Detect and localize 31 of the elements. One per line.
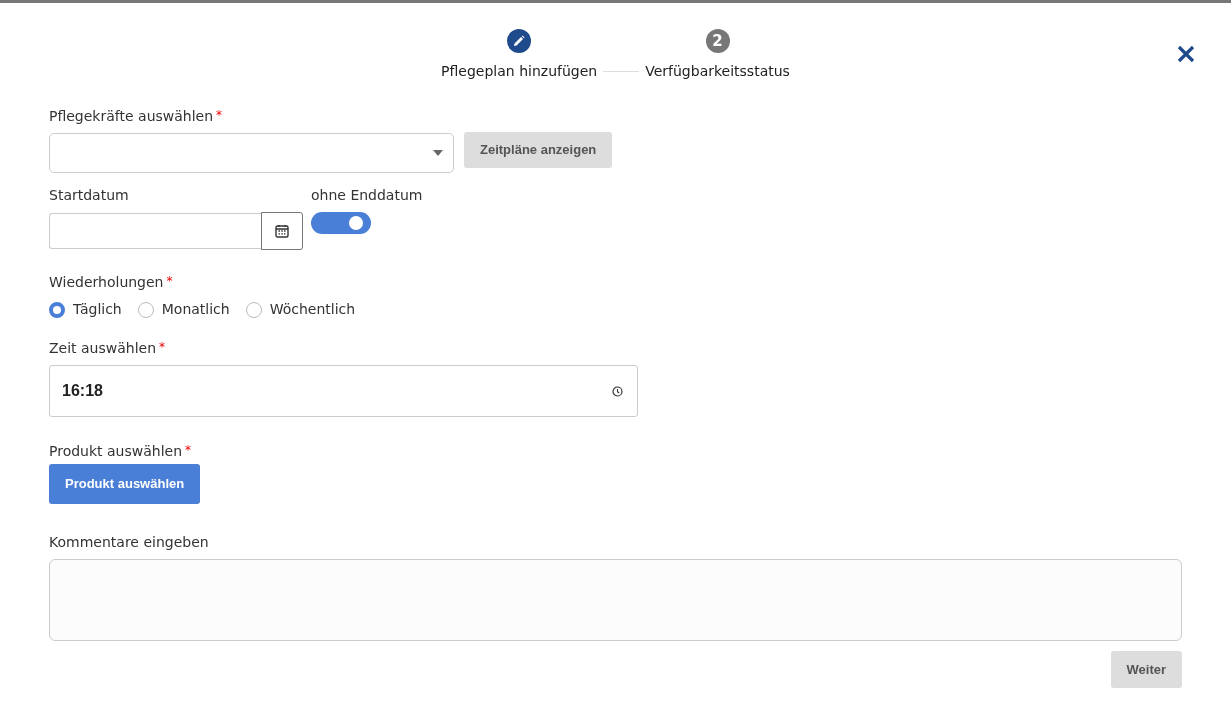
calendar-icon[interactable] — [261, 212, 303, 250]
comment-field[interactable] — [49, 558, 1182, 641]
time-input[interactable]: 16:18 — [49, 365, 638, 417]
dropdown-caret-icon — [433, 150, 443, 156]
required-mark: * — [185, 443, 192, 457]
field-label: Produkt auswählen — [49, 443, 183, 459]
select-product-button[interactable]: Produkt auswählen — [49, 464, 201, 504]
date-input[interactable] — [49, 213, 261, 249]
time-value: 16:18 — [62, 381, 103, 401]
radio-button[interactable] — [49, 301, 65, 318]
field-label: Kommentare eingeben — [49, 533, 209, 550]
step-indicator: 2 — [705, 29, 730, 53]
radio-label: Monatlich — [161, 300, 230, 319]
field-label: Wiederholungen — [49, 274, 164, 290]
radio-label: Täglich — [73, 300, 122, 319]
radio-label: Wöchentlich — [269, 300, 356, 319]
field-label: Startdatum — [49, 187, 129, 203]
required-mark: * — [216, 108, 223, 122]
step-label: Pflegeplan hinzufügen — [441, 62, 598, 81]
radio-button[interactable] — [137, 301, 154, 318]
toggle-switch[interactable] — [311, 212, 371, 234]
step-label: Verfügbarkeitsstatus — [645, 62, 790, 81]
field-label: Pflegekräfte auswählen — [49, 108, 214, 124]
field-label: ohne Enddatum — [311, 187, 423, 203]
next-button[interactable]: Weiter — [1110, 650, 1182, 688]
required-mark: * — [166, 274, 173, 288]
radio-button[interactable] — [245, 301, 262, 318]
field-label: Zeit auswählen — [49, 340, 157, 356]
required-mark: * — [159, 340, 166, 354]
clock-icon[interactable] — [612, 385, 623, 397]
show-schedules-button[interactable]: Zeitpläne anzeigen — [464, 132, 613, 168]
